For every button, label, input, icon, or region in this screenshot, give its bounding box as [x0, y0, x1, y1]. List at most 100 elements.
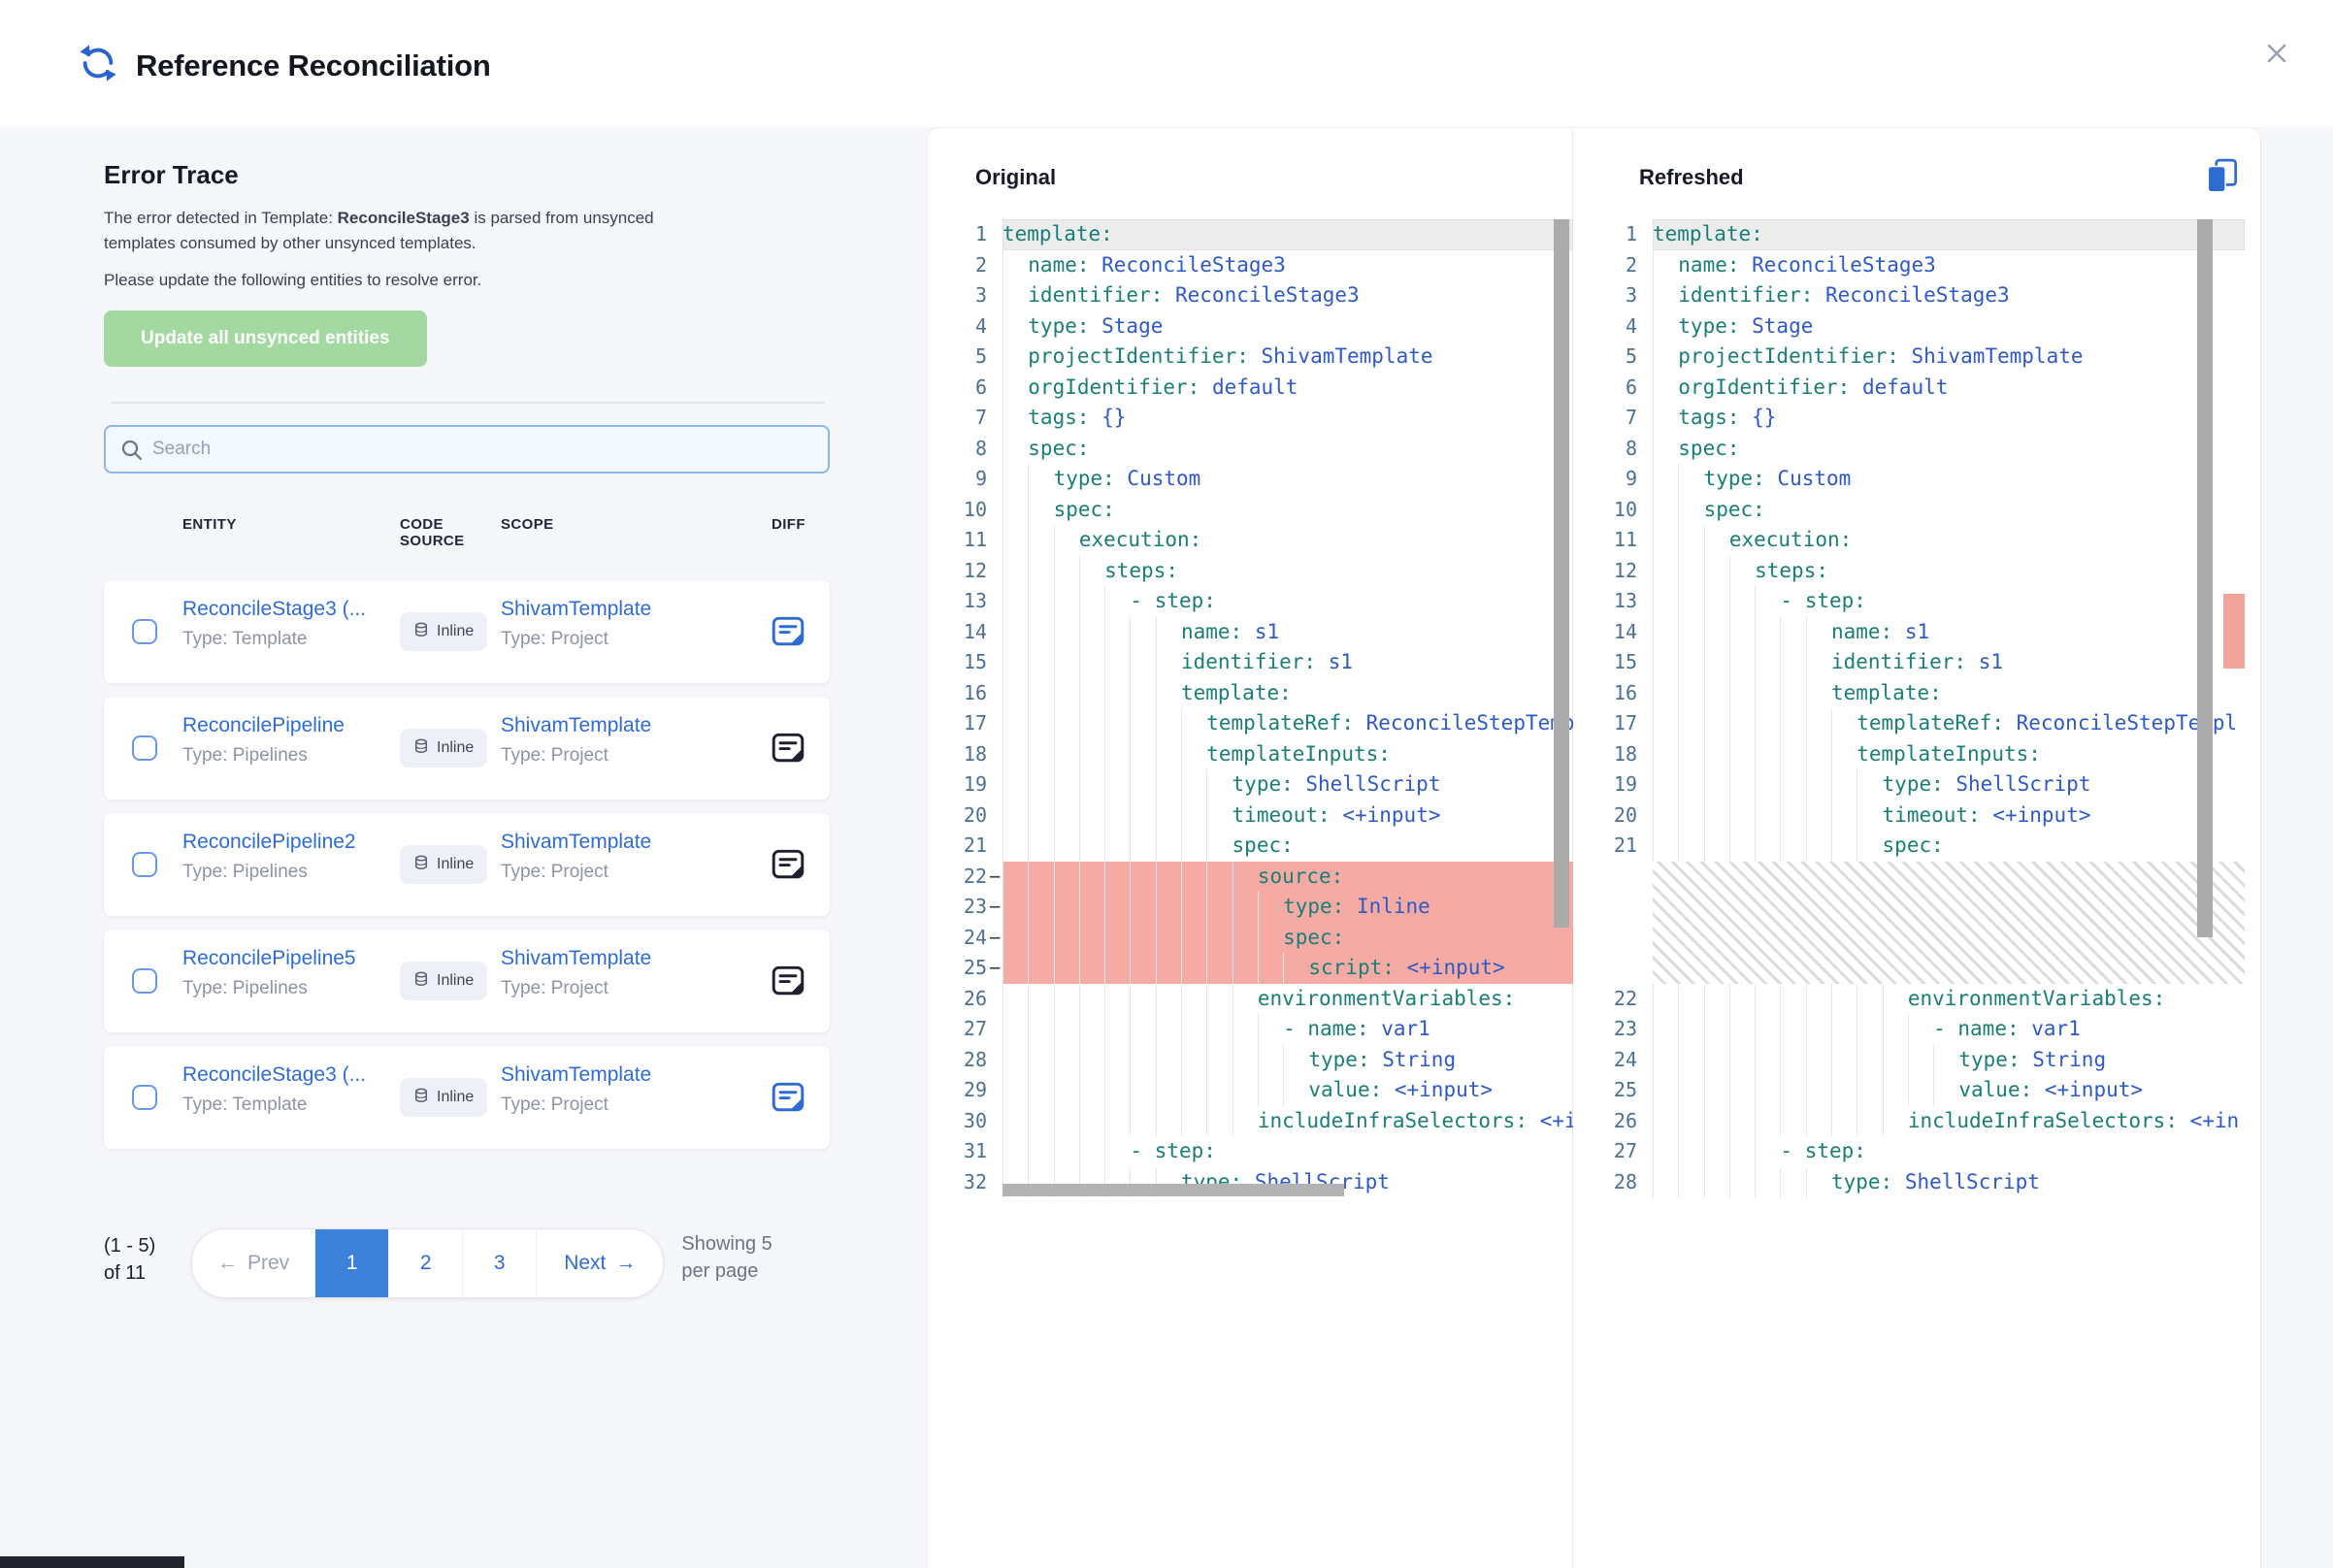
search-input[interactable] — [106, 427, 828, 472]
vertical-scrollbar-thumb[interactable] — [2197, 219, 2213, 937]
update-all-unsynced-button[interactable]: Update all unsynced entities — [104, 310, 427, 367]
close-button[interactable] — [2259, 37, 2294, 72]
scope-link[interactable]: ShivamTemplate — [501, 714, 651, 737]
entity-link[interactable]: ReconcilePipeline5 — [182, 947, 356, 970]
line-number: 20 — [962, 800, 1002, 832]
line-number: 9 — [1612, 464, 1653, 495]
horizontal-scrollbar-thumb[interactable] — [1002, 1184, 1344, 1196]
table-header: ENTITY CODE SOURCE SCOPE DIFF — [104, 516, 832, 551]
row-checkbox[interactable] — [132, 1085, 157, 1110]
entity-type: Type: Template — [182, 629, 308, 650]
row-checkbox[interactable] — [132, 852, 157, 877]
code-line: 30includeInfraSelectors: <+in — [962, 1106, 1573, 1137]
right-arrow-icon: → — [615, 1252, 636, 1275]
scope-link[interactable]: ShivamTemplate — [501, 831, 651, 854]
line-number: 30 — [962, 1106, 1002, 1137]
next-button[interactable]: Next→ — [536, 1229, 663, 1297]
line-number: 23− — [962, 892, 1002, 923]
prev-label: Prev — [247, 1252, 289, 1275]
prev-button[interactable]: ←Prev — [192, 1229, 314, 1297]
line-number: 22 — [1612, 984, 1653, 1015]
diff-note-icon — [770, 1103, 806, 1118]
code-line: 5projectIdentifier: ShivamTemplate — [1612, 342, 2245, 373]
line-number: 10 — [962, 495, 1002, 526]
line-number: 15 — [962, 647, 1002, 678]
error-trace-heading: Error Trace — [104, 160, 832, 190]
entity-list: ReconcileStage3 (... Type: Template Inline… — [104, 580, 832, 1149]
code-line: 8spec: — [962, 434, 1573, 465]
diff-button[interactable] — [770, 1078, 806, 1115]
original-panel-title: Original — [975, 165, 1056, 190]
row-checkbox[interactable] — [132, 619, 157, 644]
error-description: The error detected in Template: Reconcil… — [104, 206, 676, 256]
line-number: 3 — [1612, 280, 1653, 311]
error-template-name: ReconcileStage3 — [338, 209, 470, 227]
vertical-scrollbar-thumb[interactable] — [1554, 219, 1569, 928]
code-line: 25value: <+input> — [1612, 1075, 2245, 1106]
page-button-3[interactable]: 3 — [462, 1229, 536, 1297]
diff-button[interactable] — [770, 729, 806, 766]
entity-link[interactable]: ReconcilePipeline — [182, 714, 345, 737]
line-number: 5 — [1612, 342, 1653, 373]
page-button-2[interactable]: 2 — [388, 1229, 462, 1297]
line-number: 29 — [962, 1075, 1002, 1106]
code-source-label: Inline — [437, 856, 474, 873]
code-source-badge: Inline — [400, 845, 487, 884]
scope-type: Type: Project — [501, 629, 608, 650]
code-line: 27- step: — [1612, 1136, 2245, 1167]
entity-link[interactable]: ReconcileStage3 (... — [182, 598, 366, 621]
code-line: 2name: ReconcileStage3 — [962, 250, 1573, 281]
diff-button[interactable] — [770, 962, 806, 998]
entity-type: Type: Template — [182, 1094, 308, 1116]
entity-link[interactable]: ReconcilePipeline2 — [182, 831, 356, 854]
row-checkbox[interactable] — [132, 968, 157, 994]
entity-row: ReconcileStage3 (... Type: Template Inline… — [104, 1046, 830, 1149]
scope-link[interactable]: ShivamTemplate — [501, 947, 651, 970]
line-number: 20 — [1612, 800, 1653, 832]
refreshed-code-editor: 1template:2name: ReconcileStage33identif… — [1612, 219, 2245, 1197]
code-line: 24type: String — [1612, 1045, 2245, 1076]
code-line: 7tags: {} — [1612, 403, 2245, 434]
code-line: 14name: s1 — [962, 617, 1573, 648]
code-line: 6orgIdentifier: default — [1612, 373, 2245, 404]
diff-button[interactable] — [770, 845, 806, 882]
diff-button[interactable] — [770, 612, 806, 649]
entity-type: Type: Pipelines — [182, 862, 308, 883]
scope-type: Type: Project — [501, 745, 608, 767]
scope-link[interactable]: ShivamTemplate — [501, 598, 651, 621]
diff-note-icon — [770, 637, 806, 652]
line-number: 1 — [1612, 219, 1653, 250]
code-line: 16template: — [1612, 678, 2245, 709]
copy-button[interactable] — [2203, 157, 2242, 198]
row-checkbox[interactable] — [132, 735, 157, 761]
line-number: 14 — [1612, 617, 1653, 648]
code-line: 22−source: — [962, 862, 1573, 893]
line-number: 28 — [962, 1045, 1002, 1076]
line-number: 6 — [1612, 373, 1653, 404]
code-line: 26includeInfraSelectors: <+in — [1612, 1106, 2245, 1137]
scope-link[interactable]: ShivamTemplate — [501, 1063, 651, 1087]
code-source-badge: Inline — [400, 962, 487, 1000]
column-scope: SCOPE — [501, 516, 554, 533]
dialog-title: Reference Reconciliation — [136, 49, 491, 83]
scope-type: Type: Project — [501, 978, 608, 999]
code-line: 29value: <+input> — [962, 1075, 1573, 1106]
code-line: 22environmentVariables: — [1612, 984, 2245, 1015]
line-number: 9 — [962, 464, 1002, 495]
code-line: 16template: — [962, 678, 1573, 709]
repo-icon — [413, 971, 429, 992]
code-line: 1template: — [962, 219, 1573, 250]
line-number: 6 — [962, 373, 1002, 404]
scope-type: Type: Project — [501, 862, 608, 883]
page-button-1[interactable]: 1 — [314, 1229, 388, 1297]
code-line: 10spec: — [1612, 495, 2245, 526]
entity-link[interactable]: ReconcileStage3 (... — [182, 1063, 366, 1087]
code-line: 9type: Custom — [1612, 464, 2245, 495]
line-number: 16 — [962, 678, 1002, 709]
entity-type: Type: Pipelines — [182, 978, 308, 999]
line-number: 23 — [1612, 1014, 1653, 1045]
line-number: 3 — [962, 280, 1002, 311]
line-number: 8 — [962, 434, 1002, 465]
code-line: 19type: ShellScript — [1612, 769, 2245, 800]
code-source-label: Inline — [437, 1089, 474, 1106]
